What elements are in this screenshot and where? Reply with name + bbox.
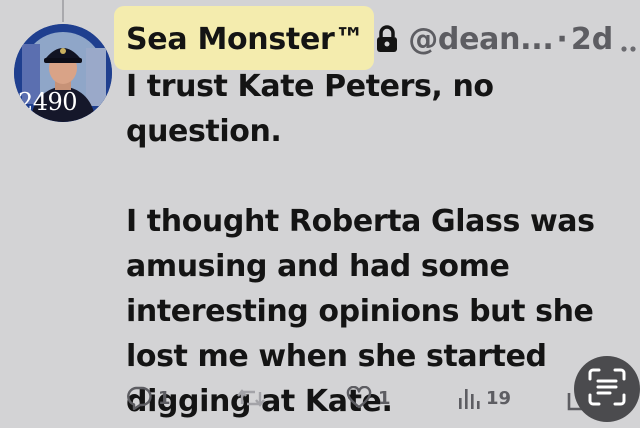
- retweet-icon: [236, 386, 266, 410]
- post-timestamp[interactable]: 2d: [571, 22, 613, 57]
- reply-count: 1: [158, 387, 171, 409]
- avatar[interactable]: 2490: [14, 24, 112, 122]
- display-name[interactable]: Sea Monster™: [126, 22, 365, 57]
- views-button[interactable]: 19: [458, 386, 578, 410]
- more-options-icon[interactable]: [620, 38, 640, 52]
- like-count: 1: [378, 387, 391, 409]
- retweet-button[interactable]: [236, 386, 346, 410]
- lock-icon: [376, 25, 398, 53]
- tweet-screenshot: 2490 Sea Monster™ @dean... · 2d I trust …: [0, 0, 640, 428]
- scan-text-icon: [588, 368, 626, 410]
- avatar-badge-text: 2490: [18, 88, 78, 116]
- post-actions-bar: 1 1 19: [126, 380, 578, 416]
- reply-icon: [126, 386, 152, 410]
- post-text: I trust Kate Peters, no question. I thou…: [126, 64, 634, 424]
- post-paragraph-1: I trust Kate Peters, no question.: [126, 69, 494, 149]
- thread-connector-line: [62, 0, 64, 22]
- user-handle[interactable]: @dean...: [408, 22, 554, 57]
- views-bar-chart-icon: [458, 386, 480, 410]
- separator-dot: ·: [556, 21, 568, 57]
- reply-button[interactable]: 1: [126, 386, 236, 410]
- views-count: 19: [486, 387, 512, 409]
- heart-icon: [346, 386, 372, 410]
- post-header: Sea Monster™ @dean... · 2d: [126, 16, 613, 62]
- like-button[interactable]: 1: [346, 386, 458, 410]
- scan-text-button[interactable]: [574, 356, 640, 422]
